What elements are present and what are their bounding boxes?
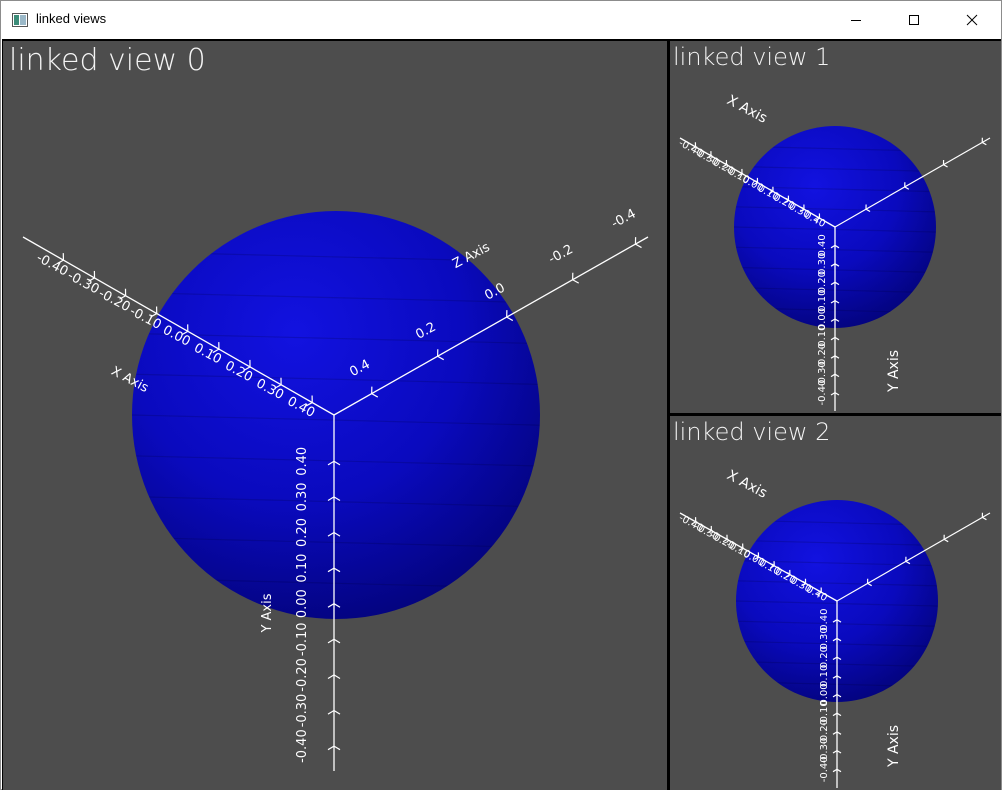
x-axis-tick-label: -0.20 [96, 286, 133, 315]
scene-1[interactable]: -0.40-0.30-0.20-0.100.000.100.200.300.40… [670, 41, 1001, 413]
view-2-label: linked view 2 [673, 418, 831, 446]
render-area: -0.40 -0.30 -0.20 -0.10 0.00 0.10 0.20 0.30 0.40… [2, 39, 1001, 790]
scene-0[interactable]: -0.40-0.30-0.20-0.100.000.100.200.300.40… [3, 41, 667, 790]
minimize-icon [850, 11, 862, 30]
view-1-label: linked view 1 [673, 43, 831, 71]
y-axis-tick-label: -0.20 [295, 658, 310, 692]
y-axis-tick-label: 0.00 [295, 589, 310, 618]
z-axis-tick-label: -0.4 [609, 206, 638, 231]
minimize-button[interactable] [827, 1, 885, 39]
x-axis-title: X Axis [724, 467, 770, 501]
app-window-icon [12, 12, 28, 27]
y-axis-tick-label: 0.10 [295, 554, 310, 583]
y-axis-title: Y Axis [886, 725, 902, 768]
y-axis-tick-label: 0.20 [295, 518, 310, 547]
y-axis-tick-label: 0.30 [295, 482, 310, 511]
maximize-icon [908, 11, 920, 30]
application-window: linked views -0.40 -0.30 -0.20 -0.10 0.00 0.1… [0, 0, 1002, 790]
y-axis-tick-label: -0.10 [295, 622, 310, 656]
maximize-button[interactable] [885, 1, 943, 39]
sphere [132, 211, 540, 619]
linked-view-2[interactable]: -0.40 -0.30 -0.20 -0.10 0.00 0.10 0.20 0.30 0.40… [670, 416, 1001, 790]
view-0-label: linked view 0 [9, 43, 206, 78]
y-axis-tick-label: 0.40 [819, 609, 830, 631]
y-axis-title: Y Axis [886, 350, 902, 393]
y-axis-tick-label: -0.30 [295, 694, 310, 728]
y-axis-tick-label: -0.40 [295, 729, 310, 763]
x-axis-tick-label: -0.40 [34, 251, 71, 280]
x-axis-tick-label: -0.30 [65, 268, 102, 297]
close-button[interactable] [943, 1, 1001, 39]
linked-view-1[interactable]: -0.40 -0.30 -0.20 -0.10 0.00 0.10 0.20 0.30 0.40… [670, 41, 1001, 413]
y-axis-tick-label: 0.40 [817, 234, 828, 256]
x-axis-tick-label: -0.10 [127, 304, 164, 333]
y-axis-tick-label: 0.40 [295, 447, 310, 476]
linked-view-0[interactable]: -0.40 -0.30 -0.20 -0.10 0.00 0.10 0.20 0.30 0.40… [3, 41, 667, 790]
y-axis-title: Y Axis [260, 593, 275, 633]
close-icon [966, 11, 978, 30]
x-axis-title: X Axis [724, 92, 770, 126]
window-title: linked views [36, 11, 107, 26]
title-bar[interactable]: linked views [1, 1, 1001, 39]
z-axis-tick-label: -0.2 [546, 242, 575, 267]
scene-2[interactable]: -0.40-0.30-0.20-0.100.000.100.200.300.40… [670, 416, 1001, 790]
